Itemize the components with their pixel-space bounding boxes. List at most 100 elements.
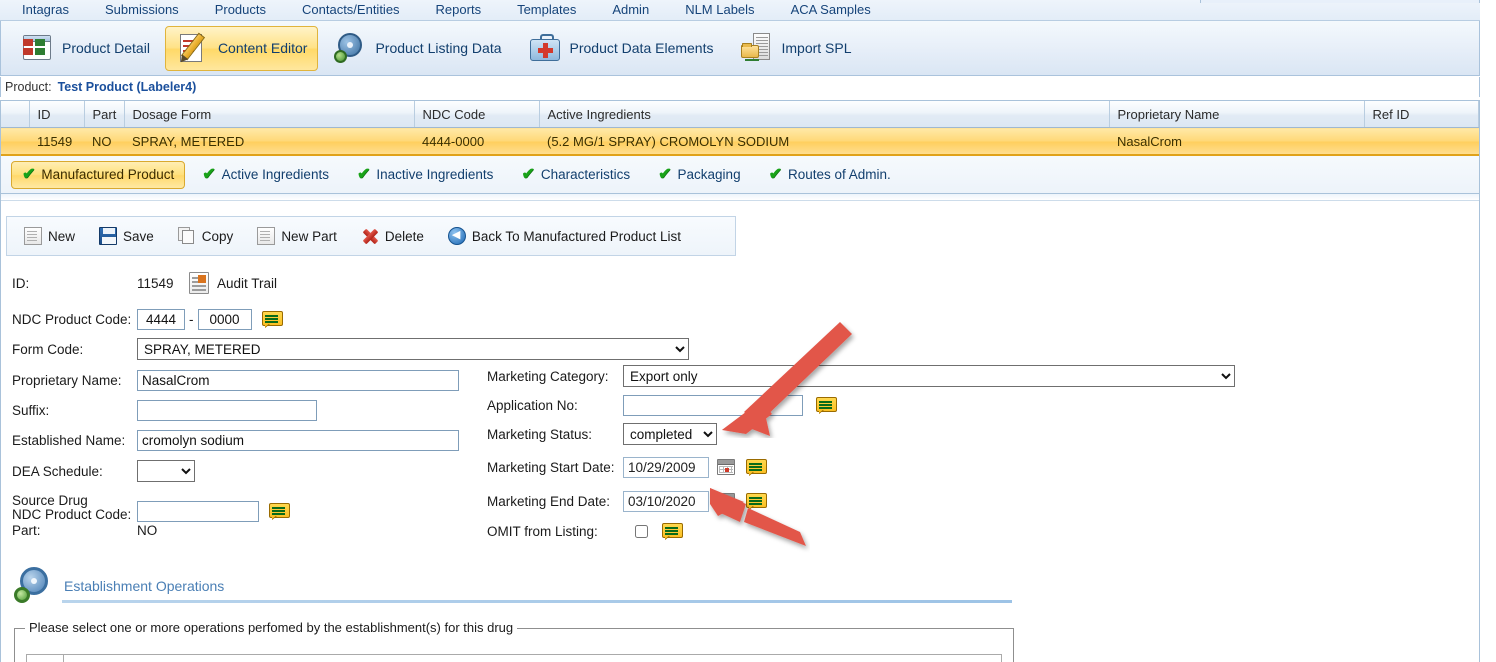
ribbon-button-content-editor[interactable]: Content Editor bbox=[164, 25, 319, 71]
field-row-application-no: Application No: bbox=[487, 394, 837, 416]
grid-col-active-ingredients[interactable]: Active Ingredients bbox=[539, 101, 1110, 128]
row-cell-proprietary-name: NasalCrom bbox=[1109, 127, 1364, 156]
tab-characteristics[interactable]: ✔ Characteristics bbox=[510, 161, 641, 189]
field-row-form-code: Form Code: SPRAY, METERED bbox=[12, 338, 689, 360]
ndc-separator: - bbox=[189, 311, 194, 327]
marketing-end-date-field[interactable] bbox=[623, 490, 709, 512]
suffix-input[interactable] bbox=[137, 399, 317, 421]
tab-label-manufactured-product: Manufactured Product bbox=[41, 167, 175, 182]
ndc-part1-input[interactable] bbox=[137, 308, 185, 330]
proprietary-name-input[interactable] bbox=[137, 369, 459, 391]
marketing-status-select[interactable]: completed bbox=[623, 423, 717, 445]
audit-trail-icon[interactable] bbox=[189, 272, 209, 294]
grid-col-proprietary-name[interactable]: Proprietary Name bbox=[1109, 101, 1365, 128]
field-row-marketing-start-date: Marketing Start Date: bbox=[487, 456, 767, 478]
copy-pages-icon bbox=[177, 227, 196, 245]
copy-button[interactable]: Copy bbox=[169, 220, 243, 252]
note-icon-start-date[interactable] bbox=[746, 459, 767, 475]
id-value: 11549 bbox=[137, 275, 174, 291]
note-icon-source-drug[interactable] bbox=[269, 503, 290, 519]
part-label: Part: bbox=[12, 522, 41, 538]
record-action-toolbar: New Save Copy New Part Delete ◀ Back To … bbox=[6, 216, 736, 256]
field-row-id: ID: 11549 Audit Trail bbox=[12, 272, 277, 294]
note-icon-application-no[interactable] bbox=[816, 397, 837, 413]
calendar-icon-start-date[interactable] bbox=[717, 459, 735, 475]
proprietary-name-label: Proprietary Name: bbox=[12, 372, 122, 388]
grid-col-id[interactable]: ID bbox=[29, 101, 85, 128]
ribbon-toolbar: Product Detail Content Editor Product Li… bbox=[0, 21, 1480, 76]
ndc-part2-input[interactable] bbox=[197, 308, 252, 330]
row-cell-dosage-form: SPRAY, METERED bbox=[124, 127, 414, 156]
established-name-input[interactable] bbox=[137, 429, 459, 451]
menu-item-nlm-labels[interactable]: NLM Labels bbox=[667, 0, 772, 20]
marketing-category-select[interactable]: Export only bbox=[623, 365, 1235, 387]
menu-item-aca-samples[interactable]: ACA Samples bbox=[773, 0, 889, 20]
menu-item-submissions[interactable]: Submissions bbox=[87, 0, 197, 20]
field-row-suffix: Suffix: bbox=[12, 399, 317, 421]
grid-col-ref-id[interactable]: Ref ID bbox=[1364, 101, 1479, 128]
tab-label-characteristics: Characteristics bbox=[540, 167, 631, 182]
product-name-link[interactable]: Test Product (Labeler4) bbox=[58, 80, 197, 94]
operations-table-partial bbox=[26, 654, 1002, 662]
grid-col-ndc-code[interactable]: NDC Code bbox=[414, 101, 540, 128]
import-folder-icon bbox=[739, 31, 773, 65]
menu-item-templates[interactable]: Templates bbox=[499, 0, 594, 20]
delete-button[interactable]: Delete bbox=[352, 220, 433, 252]
ribbon-button-product-detail[interactable]: Product Detail bbox=[9, 26, 161, 71]
marketing-start-date-label: Marketing Start Date: bbox=[487, 459, 615, 475]
tab-inactive-ingredients[interactable]: ✔ Inactive Ingredients bbox=[346, 161, 504, 189]
grid-col-part[interactable]: Part bbox=[84, 101, 125, 128]
check-icon: ✔ bbox=[22, 165, 36, 183]
establishment-divider bbox=[62, 600, 1012, 603]
ribbon-button-product-data-elements[interactable]: Product Data Elements bbox=[517, 26, 725, 71]
form-code-select[interactable]: SPRAY, METERED bbox=[137, 338, 689, 360]
ribbon-button-product-listing-data[interactable]: Product Listing Data bbox=[322, 26, 512, 71]
new-button[interactable]: New bbox=[15, 220, 84, 252]
omit-from-listing-checkbox[interactable] bbox=[635, 524, 648, 538]
save-button[interactable]: Save bbox=[90, 220, 163, 252]
ribbon-label-import-spl: Import SPL bbox=[781, 40, 852, 56]
field-row-proprietary-name: Proprietary Name: bbox=[12, 369, 459, 391]
menu-item-intagras[interactable]: Intagras bbox=[0, 0, 87, 20]
menu-item-products[interactable]: Products bbox=[197, 0, 284, 20]
field-row-marketing-status: Marketing Status: completed bbox=[487, 423, 717, 445]
content-editor-icon bbox=[176, 31, 210, 65]
establishment-operations-title: Establishment Operations bbox=[64, 578, 225, 594]
row-cell-id: 11549 bbox=[29, 127, 84, 156]
suffix-label: Suffix: bbox=[12, 402, 50, 418]
tab-manufactured-product[interactable]: ✔ Manufactured Product bbox=[11, 160, 186, 189]
grid-col-dosage-form[interactable]: Dosage Form bbox=[124, 101, 415, 128]
application-no-input[interactable] bbox=[623, 394, 803, 416]
ribbon-button-import-spl[interactable]: Import SPL bbox=[728, 26, 862, 71]
gear-icon bbox=[333, 31, 367, 65]
note-icon-end-date[interactable] bbox=[746, 493, 767, 509]
dea-schedule-select[interactable] bbox=[137, 460, 195, 482]
back-to-list-button[interactable]: Back To Manufactured Product List bbox=[439, 220, 690, 252]
note-icon-omit[interactable] bbox=[662, 523, 683, 539]
part-value: NO bbox=[137, 522, 158, 538]
new-part-button[interactable]: New Part bbox=[248, 220, 346, 252]
marketing-start-date-field[interactable] bbox=[623, 456, 709, 478]
tab-label-active-ingredients: Active Ingredients bbox=[221, 167, 329, 182]
note-icon-ndc[interactable] bbox=[261, 311, 283, 327]
tab-packaging[interactable]: ✔ Packaging bbox=[647, 161, 751, 189]
table-row[interactable]: 11549 NO SPRAY, METERED 4444-0000 (5.2 M… bbox=[1, 127, 1479, 156]
new-part-button-label: New Part bbox=[281, 228, 337, 244]
tab-active-ingredients[interactable]: ✔ Active Ingredients bbox=[191, 161, 340, 189]
floppy-disk-icon bbox=[99, 227, 118, 245]
top-right-panel-edge bbox=[1200, 0, 1480, 3]
tab-label-routes-of-admin: Routes of Admin. bbox=[787, 167, 891, 182]
menu-item-reports[interactable]: Reports bbox=[418, 0, 500, 20]
copy-button-label: Copy bbox=[201, 228, 234, 244]
check-icon: ✔ bbox=[768, 165, 782, 183]
calendar-icon-end-date[interactable] bbox=[717, 493, 735, 509]
tab-routes-of-admin[interactable]: ✔ Routes of Admin. bbox=[758, 161, 902, 189]
gear-icon-establishment bbox=[14, 566, 54, 606]
row-cell-spacer bbox=[1, 127, 29, 156]
audit-trail-label[interactable]: Audit Trail bbox=[217, 276, 277, 291]
menu-item-contacts-entities[interactable]: Contacts/Entities bbox=[284, 0, 418, 20]
row-cell-ref-id bbox=[1364, 127, 1479, 156]
menu-item-admin[interactable]: Admin bbox=[594, 0, 667, 20]
ribbon-label-product-detail: Product Detail bbox=[62, 40, 150, 56]
source-drug-ndc-label: Source Drug NDC Product Code: bbox=[12, 494, 137, 522]
